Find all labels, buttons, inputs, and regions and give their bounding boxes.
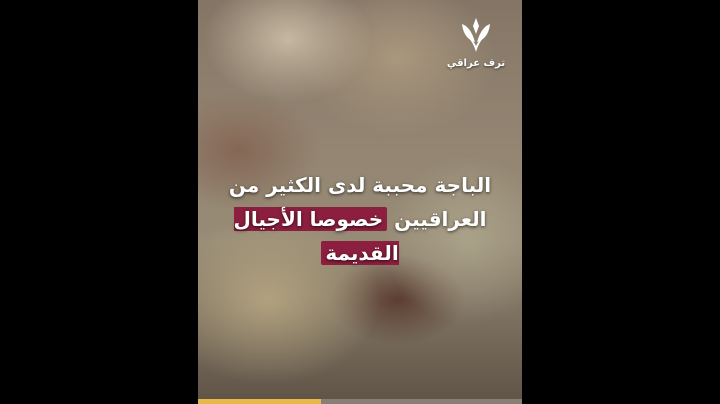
- video-frame[interactable]: ترف عراقي الباجة محببة لدى الكثير من الع…: [198, 0, 522, 404]
- subtitle-caption: الباجة محببة لدى الكثير من العراقيين خصو…: [198, 168, 522, 270]
- caption-highlight: خصوصا الأجيال القديمة: [233, 207, 399, 265]
- video-progress-fill: [198, 399, 322, 404]
- brand-logo-text: ترف عراقي: [446, 58, 506, 69]
- letterbox-right: [522, 0, 720, 404]
- caption-line-2: العراقيين خصوصا الأجيال القديمة: [198, 202, 522, 270]
- video-progress-track[interactable]: [198, 399, 522, 404]
- brand-logo: ترف عراقي: [444, 14, 508, 69]
- caption-line-2-text: العراقيين: [394, 207, 487, 231]
- caption-line-1: الباجة محببة لدى الكثير من: [228, 173, 492, 197]
- stylized-sheaf-logo-icon: [462, 18, 490, 52]
- letterbox-left: [0, 0, 198, 404]
